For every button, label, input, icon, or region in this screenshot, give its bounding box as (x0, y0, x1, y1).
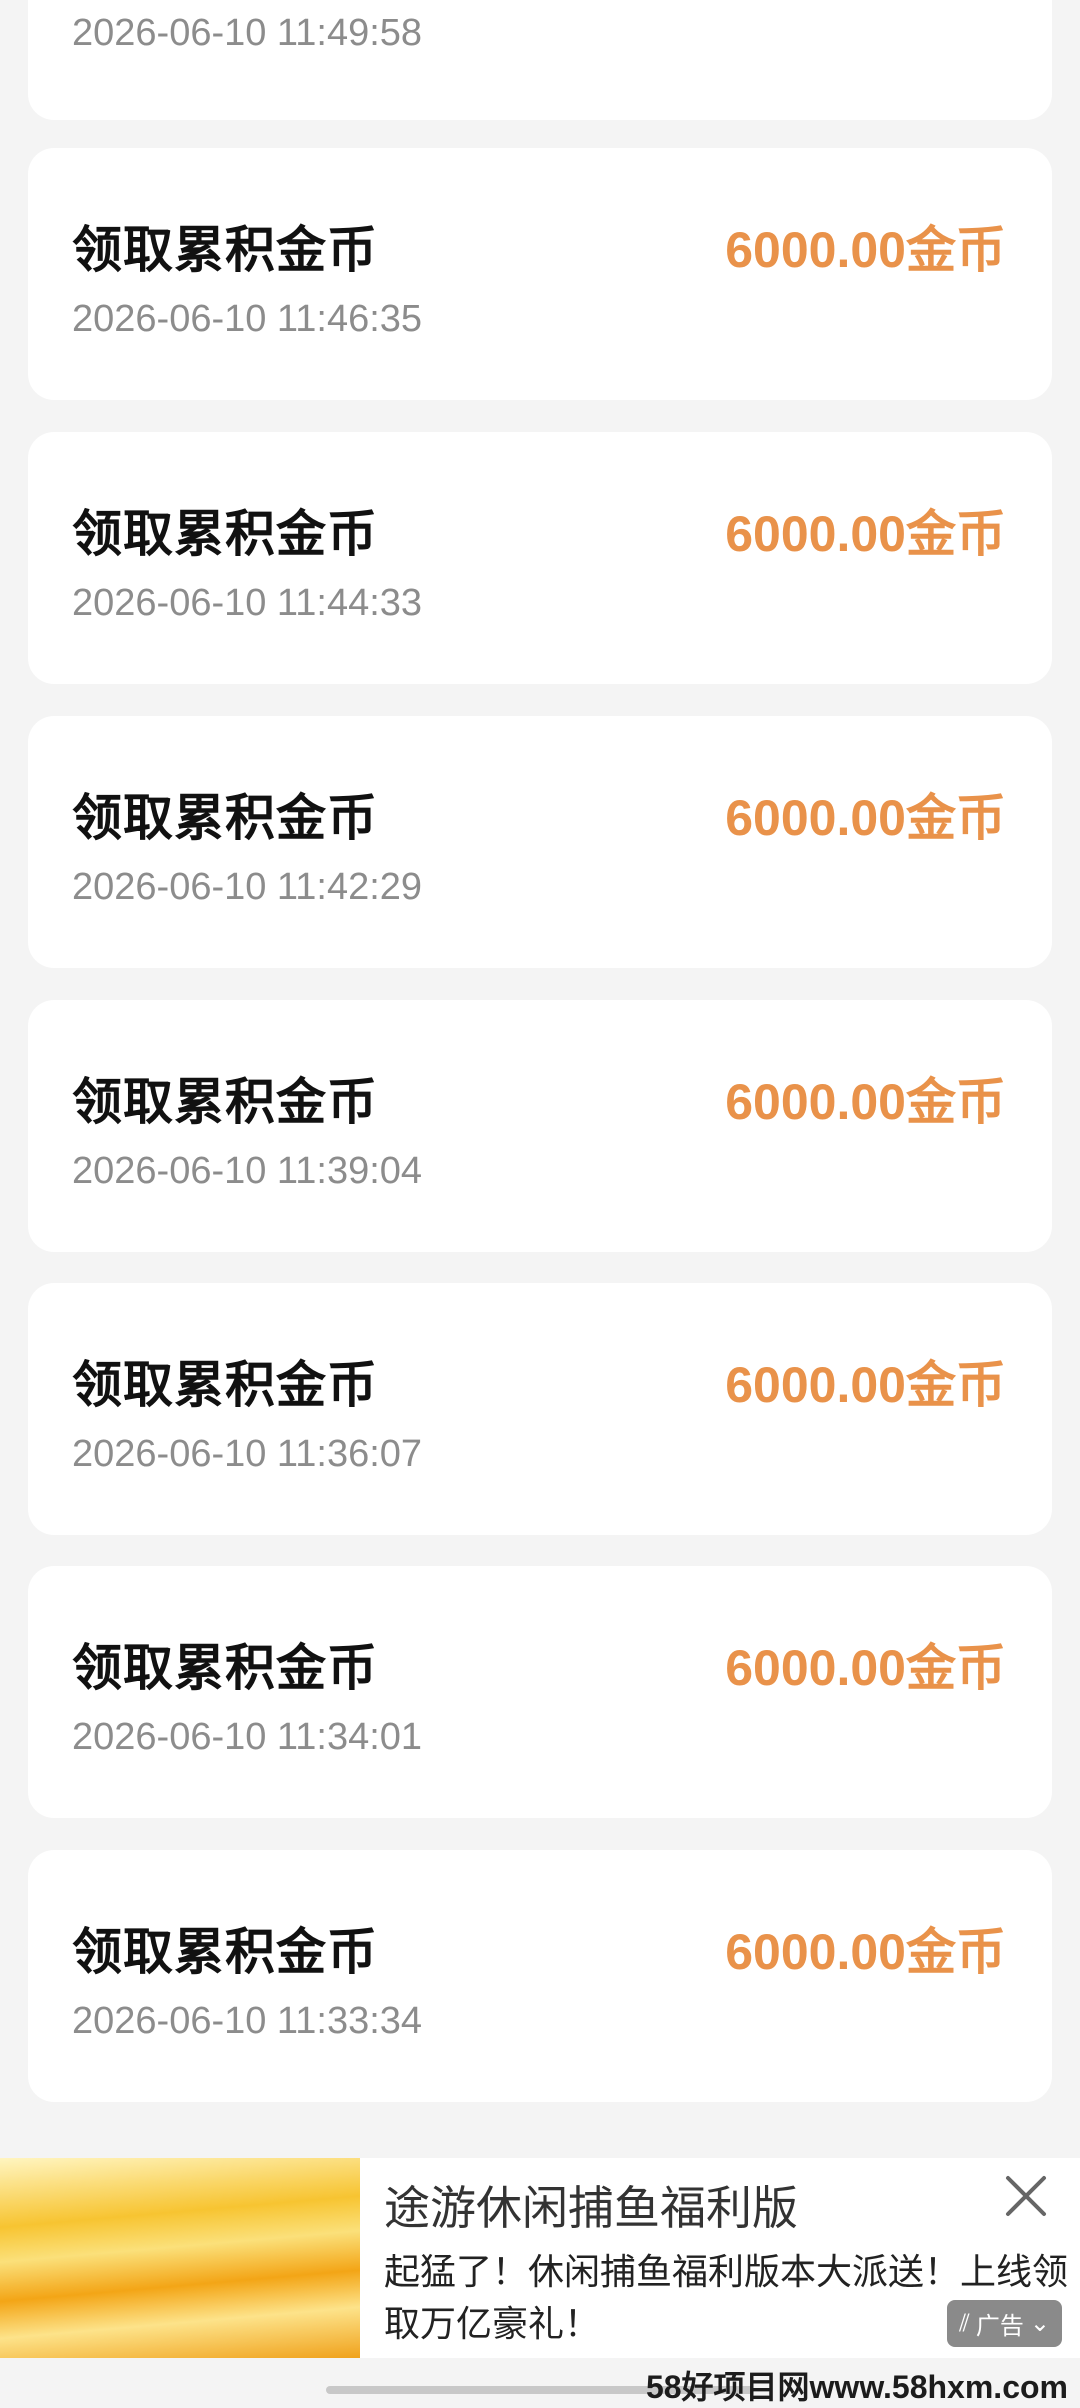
ad-logo-icon: ⫽ (959, 2309, 970, 2337)
record-card-partial[interactable]: 2026-06-10 11:49:58 ◉ ✿ ● ★ ♥ (28, 0, 1052, 120)
record-amount: 6000.00金币 (725, 222, 1006, 278)
record-time: 2026-06-10 11:33:34 (72, 2000, 423, 2042)
record-time: 2026-06-10 11:39:04 (72, 1150, 423, 1192)
record-title: 领取累积金币 (72, 1924, 378, 1980)
record-time: 2026-06-10 11:46:35 (72, 298, 423, 340)
record-card[interactable]: 领取累积金币 6000.00金币 2026-06-10 11:36:07 (28, 1283, 1052, 1535)
record-card[interactable]: 领取累积金币 6000.00金币 2026-06-10 11:33:34 (28, 1850, 1052, 2102)
record-card[interactable]: 领取累积金币 6000.00金币 2026-06-10 11:44:33 (28, 432, 1052, 684)
record-time: 2026-06-10 11:36:07 (72, 1433, 423, 1475)
record-card[interactable]: 领取累积金币 6000.00金币 2026-06-10 11:46:35 (28, 148, 1052, 400)
record-card[interactable]: 领取累积金币 6000.00金币 2026-06-10 11:39:04 (28, 1000, 1052, 1252)
record-title: 领取累积金币 (72, 1640, 378, 1696)
chevron-down-icon: ⌄ (1029, 2310, 1050, 2337)
record-amount: 6000.00金币 (725, 1074, 1006, 1130)
ad-image[interactable] (0, 2158, 360, 2358)
record-title: 领取累积金币 (72, 1074, 378, 1130)
record-time: 2026-06-10 11:44:33 (72, 582, 423, 624)
ad-banner[interactable]: 途游休闲捕鱼福利版 起猛了！休闲捕鱼福利版本大派送！上线领取万亿豪礼！ ⫽ 广告… (0, 2158, 1080, 2358)
record-amount: 6000.00金币 (725, 1357, 1006, 1413)
record-title: 领取累积金币 (72, 1357, 378, 1413)
record-time: 2026-06-10 11:42:29 (72, 866, 423, 908)
ad-badge-label: 广告 (975, 2313, 1024, 2340)
record-amount: 6000.00金币 (725, 1640, 1006, 1696)
record-amount: 6000.00金币 (725, 1924, 1006, 1980)
record-card[interactable]: 领取累积金币 6000.00金币 2026-06-10 11:42:29 (28, 716, 1052, 968)
record-title: 领取累积金币 (72, 222, 378, 278)
ad-title[interactable]: 途游休闲捕鱼福利版 (384, 2172, 798, 2238)
close-icon[interactable] (998, 2168, 1054, 2224)
record-time: 2026-06-10 11:34:01 (72, 1716, 423, 1758)
record-time: 2026-06-10 11:49:58 (72, 12, 423, 54)
record-amount: 6000.00金币 (725, 506, 1006, 562)
ad-badge[interactable]: ⫽ 广告 ⌄ (947, 2300, 1062, 2347)
record-title: 领取累积金币 (72, 506, 378, 562)
record-amount: 6000.00金币 (725, 790, 1006, 846)
record-title: 领取累积金币 (72, 790, 378, 846)
watermark: 58好项目网www.58hxm.com (645, 2369, 1068, 2405)
record-card[interactable]: 领取累积金币 6000.00金币 2026-06-10 11:34:01 (28, 1566, 1052, 1818)
